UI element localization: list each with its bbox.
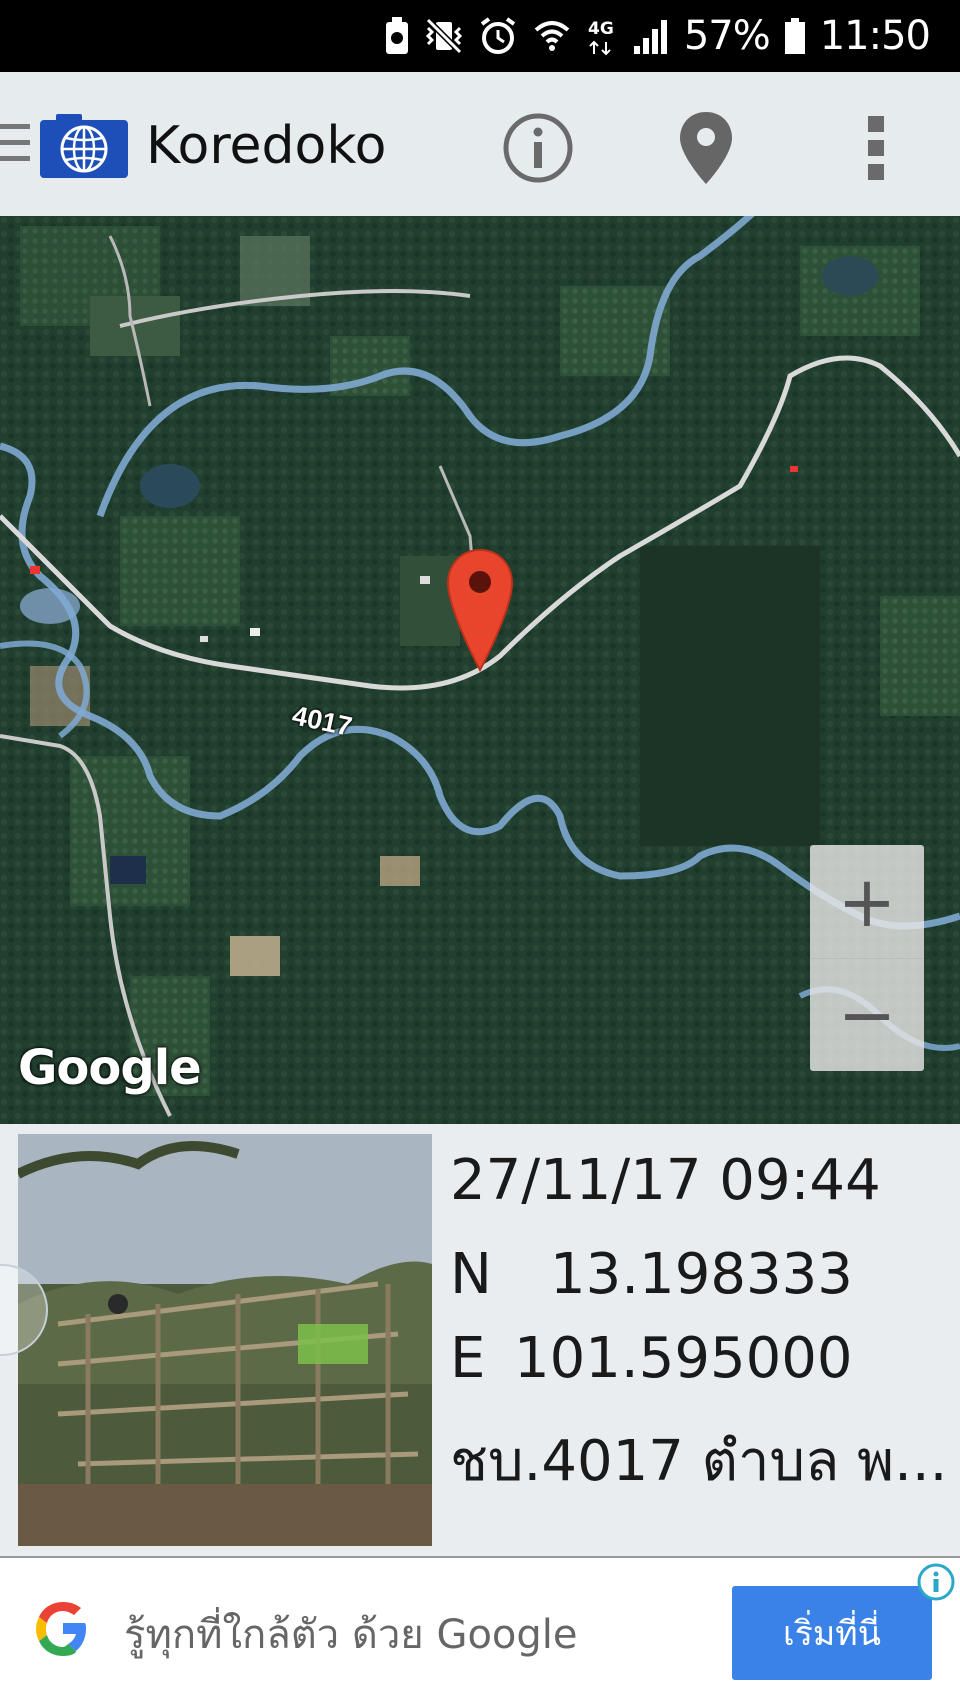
alarm-icon	[478, 14, 518, 58]
ad-banner[interactable]: รู้ทุกที่ใกล้ตัว ด้วย Google เริ่มที่นี่	[0, 1556, 960, 1706]
photo-datetime: 27/11/17 09:44	[450, 1148, 881, 1213]
latitude-value: 13.198333	[550, 1242, 853, 1307]
zoom-out-button[interactable]: −	[810, 958, 924, 1071]
location-pin-icon[interactable]	[678, 110, 734, 186]
map-view[interactable]: 4017 + − Google	[0, 216, 960, 1124]
zoom-controls: + −	[810, 845, 924, 1071]
ad-start-button[interactable]: เริ่มที่นี่	[732, 1586, 932, 1680]
app-bar: Koredoko	[0, 72, 960, 216]
ad-choices-icon[interactable]	[916, 1562, 956, 1602]
wifi-icon	[532, 14, 572, 58]
network-4g-icon: 4G	[586, 14, 616, 58]
info-icon[interactable]	[500, 110, 576, 186]
signal-icon	[630, 14, 670, 58]
longitude: E 101.595000	[450, 1326, 852, 1391]
latitude-axis: N	[450, 1242, 492, 1307]
ad-text: รู้ทุกที่ใกล้ตัว ด้วย Google	[124, 1612, 578, 1658]
globe-camera-icon	[40, 112, 128, 178]
map-marker-icon[interactable]	[446, 548, 514, 673]
more-vert-icon[interactable]	[858, 110, 894, 186]
battery-percent: 57%	[683, 13, 771, 59]
clock: 11:50	[819, 13, 931, 59]
menu-icon[interactable]	[0, 120, 30, 166]
vibrate-mute-icon	[424, 14, 464, 58]
status-bar: 4G 57% 11:50	[0, 0, 960, 72]
battery-icon	[784, 14, 806, 58]
storage-icon	[384, 14, 410, 58]
google-logo: Google	[18, 1040, 202, 1096]
photo-info-panel: 27/11/17 09:44 N 13.198333 E 101.595000 ชบ…	[0, 1124, 960, 1556]
latitude: N 13.198333	[450, 1242, 853, 1307]
zoom-in-button[interactable]: +	[810, 845, 924, 958]
photo-address: ชบ.4017 ตำบล พ...	[450, 1429, 948, 1494]
google-g-icon	[30, 1596, 96, 1662]
svg-text:4G: 4G	[588, 19, 614, 39]
longitude-value: 101.595000	[514, 1326, 853, 1391]
photo-thumbnail[interactable]	[18, 1134, 432, 1546]
longitude-axis: E	[450, 1326, 486, 1391]
app-title: Koredoko	[146, 116, 387, 176]
